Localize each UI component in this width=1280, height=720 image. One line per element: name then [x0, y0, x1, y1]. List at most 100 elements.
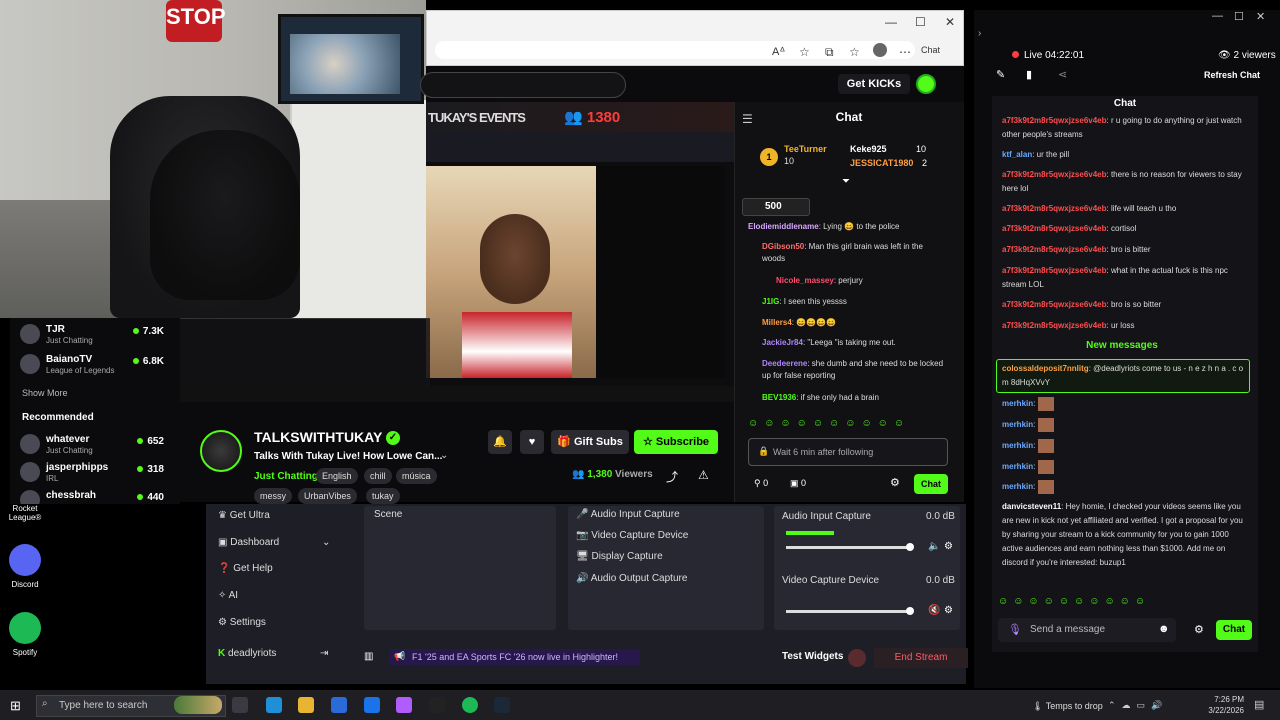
file-explorer-icon[interactable] [298, 697, 314, 713]
send-message-input[interactable]: Send a message [998, 618, 1176, 642]
gift-subs-button[interactable]: 🎁 Gift Subs [551, 430, 629, 454]
close-icon[interactable]: ✕ [1256, 10, 1265, 23]
nav-get-help[interactable]: ❓ Get Help [218, 563, 273, 574]
steam-icon[interactable] [494, 697, 510, 713]
windows-start-icon[interactable]: ⊞ [10, 698, 21, 714]
desktop [0, 504, 206, 690]
emote-bar[interactable]: ☺☺☺☺☺☺☺☺☺☺ [748, 418, 948, 432]
chat-send-button[interactable]: Chat [914, 474, 948, 494]
scene-label[interactable]: Scene [374, 509, 402, 520]
maximize-icon[interactable]: ☐ [1234, 10, 1244, 23]
nav-account[interactable]: K deadlyriots ⇥ [218, 648, 328, 659]
sidebar-item-jasperphipps[interactable]: jasperphipps IRL 318 [10, 460, 172, 486]
mail-icon[interactable] [364, 697, 380, 713]
store-icon[interactable] [331, 697, 347, 713]
chevron-down-icon[interactable]: ⌄ [440, 450, 448, 461]
gear-icon[interactable]: ⚙ [944, 541, 953, 552]
emote-bar[interactable]: ☺☺☺☺☺☺☺☺☺☺ [998, 596, 1184, 610]
share-icon[interactable]: ⋖ [1058, 68, 1067, 81]
edit-icon[interactable]: ✎ [996, 68, 1005, 81]
copilot-chat-button[interactable]: Chat [921, 45, 940, 55]
source-video-capture[interactable]: 📷 Video Capture Device [576, 530, 688, 541]
system-tray[interactable]: ⌃☁▭🔊 [1108, 700, 1168, 711]
profile-icon[interactable] [873, 43, 887, 57]
notification-bell-button[interactable]: 🔔 [488, 430, 512, 454]
streamlabs-icon[interactable] [429, 697, 445, 713]
address-bar[interactable] [435, 41, 915, 59]
chevron-down-icon[interactable]: ⏷ [842, 176, 850, 187]
nav-dashboard[interactable]: ▣ Dashboard ⌄ [218, 537, 330, 548]
chat-send-button[interactable]: Chat [1216, 620, 1252, 640]
spotify-shortcut[interactable]: Spotify [0, 612, 50, 657]
sidebar-item-tjr[interactable]: TJR Just Chatting 7.3K [10, 322, 172, 348]
tag-chill[interactable]: chill [364, 468, 392, 484]
category-link[interactable]: Just Chatting [254, 471, 318, 482]
stats-icon[interactable]: ▥ [364, 651, 373, 662]
minimize-icon[interactable]: — [1212, 10, 1223, 22]
chevron-right-icon[interactable]: › [978, 28, 981, 39]
new-messages-divider[interactable]: New messages [996, 340, 1248, 354]
nav-get-ultra[interactable]: ♛ Get Ultra [218, 510, 270, 521]
microphone-icon[interactable]: 🎙 [1008, 623, 1022, 636]
chat-input[interactable]: Wait 6 min after following [748, 438, 948, 466]
muted-icon[interactable]: 🔇 [928, 605, 940, 616]
search-input[interactable] [420, 72, 626, 98]
follow-heart-button[interactable]: ♥ [520, 430, 544, 454]
clock[interactable]: 7:26 PM 3/22/2026 [1200, 694, 1244, 716]
more-icon[interactable]: ⋯ [899, 45, 911, 59]
weather-widget[interactable]: 🌡 Temps to drop [1032, 701, 1103, 712]
extensions-icon[interactable]: ⧉ [825, 45, 834, 60]
user-avatar[interactable] [916, 74, 936, 94]
sidebar-item-baianotv[interactable]: BaianoTV League of Legends 6.8K [10, 352, 172, 378]
rec-button[interactable] [848, 649, 866, 667]
folder-icon[interactable]: ▮ [1026, 68, 1032, 81]
rocket-league-shortcut[interactable]: Rocket League® [0, 504, 50, 522]
source-audio-output[interactable]: 🔊 Audio Output Capture [576, 573, 687, 584]
audio-input-volume-slider[interactable] [786, 543, 914, 551]
channel-name[interactable]: TALKSWITHTUKAY [254, 429, 382, 445]
minimize-icon[interactable]: — [885, 15, 897, 29]
collections-icon[interactable]: ☆ [849, 45, 860, 59]
pinned-gift-badge[interactable]: 500 [742, 198, 810, 216]
gear-icon[interactable]: ⚙ [890, 476, 900, 489]
test-widgets-button[interactable]: Test Widgets [782, 651, 843, 662]
get-kicks-button[interactable]: Get KICKs [838, 74, 910, 94]
tag-english[interactable]: English [316, 468, 358, 484]
favorite-icon[interactable]: ☆ [799, 45, 810, 59]
sidebar-item-whatever[interactable]: whatever Just Chatting 652 [10, 432, 172, 458]
discord-shortcut[interactable]: Discord [0, 544, 50, 589]
gear-icon[interactable]: ⚙ [944, 605, 953, 616]
gear-icon[interactable]: ⚙ [1194, 623, 1204, 636]
emoji-icon[interactable]: ☻ [1158, 623, 1170, 635]
read-aloud-icon[interactable]: Aᐞ [772, 45, 785, 58]
refresh-chat-button[interactable]: Refresh Chat [1204, 70, 1260, 80]
report-icon[interactable]: ⚠ [698, 468, 709, 482]
subscribe-button[interactable]: ☆ Subscribe [634, 430, 718, 454]
show-more-link[interactable]: Show More [22, 388, 68, 398]
video-player[interactable]: TUKAY'S EVENTS 👥 1380 [426, 102, 734, 402]
notifications-icon[interactable]: ▤ [1254, 698, 1264, 711]
video-controls[interactable] [180, 386, 734, 402]
tag-messy[interactable]: messy [254, 488, 293, 504]
mute-icon[interactable]: 🔈 [928, 541, 940, 552]
tag-tukay[interactable]: tukay [366, 488, 400, 504]
tag-urbanvibes[interactable]: UrbanVibes [298, 488, 357, 504]
edge-icon[interactable] [266, 697, 282, 713]
share-icon[interactable]: ⤴ [666, 468, 678, 485]
nav-settings[interactable]: ⚙ Settings [218, 617, 266, 628]
maximize-icon[interactable]: ☐ [915, 15, 926, 29]
video-capture-volume-slider[interactable] [786, 607, 914, 615]
channel-avatar[interactable] [200, 430, 242, 472]
task-view-icon[interactable] [232, 697, 248, 713]
end-stream-button[interactable]: End Stream [874, 648, 968, 668]
highlighter-banner[interactable]: F1 '25 and EA Sports FC '26 now live in … [390, 649, 640, 665]
tag-musica[interactable]: música [396, 468, 437, 484]
close-icon[interactable]: ✕ [945, 15, 955, 29]
chat-message: Nicole_massey: perjury [776, 276, 863, 285]
sidebar-item-chessbrah[interactable]: chessbrah 440 [10, 488, 172, 510]
copilot-icon[interactable] [396, 697, 412, 713]
source-display-capture[interactable]: 🖥 Display Capture [576, 551, 663, 562]
spotify-icon[interactable] [462, 697, 478, 713]
source-audio-input[interactable]: 🎤 Audio Input Capture [576, 509, 680, 520]
nav-ai[interactable]: ✧ AI [218, 590, 238, 601]
